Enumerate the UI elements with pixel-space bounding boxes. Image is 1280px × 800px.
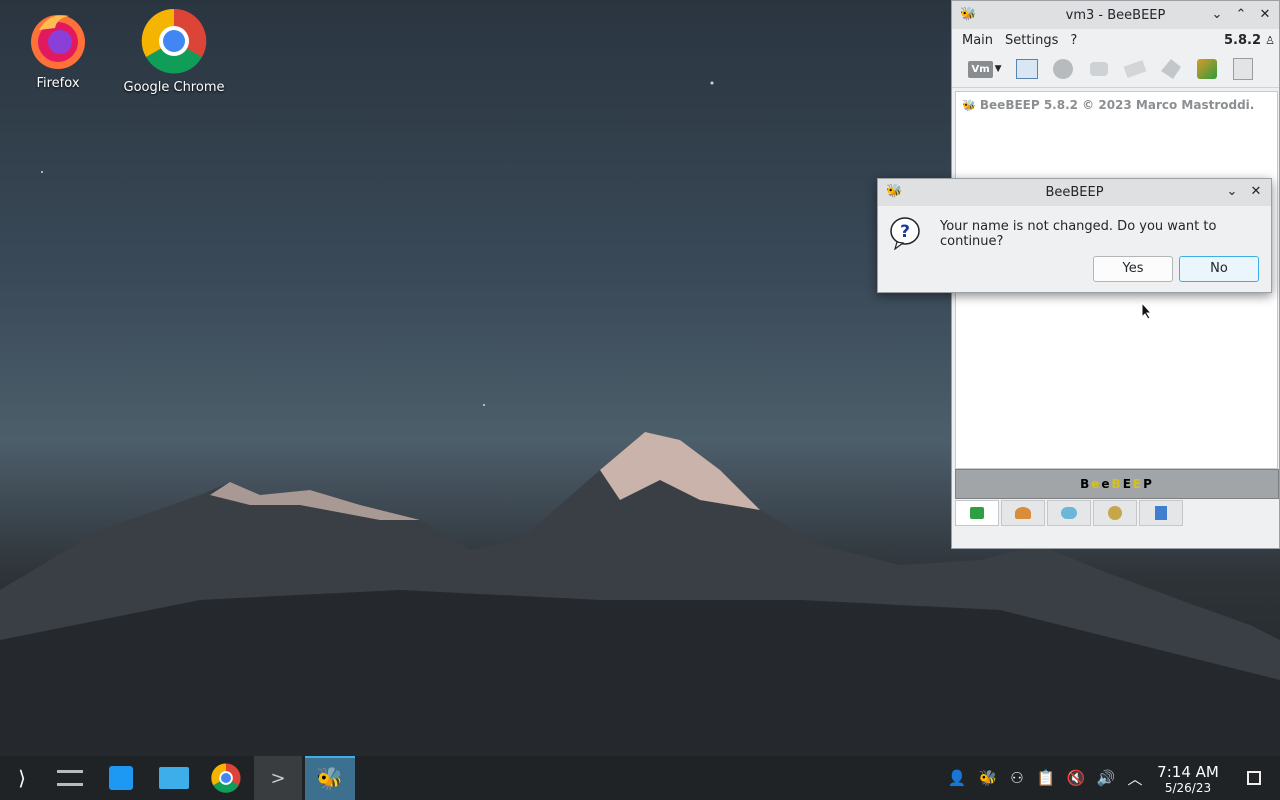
bee-icon: 🐝 bbox=[962, 99, 976, 112]
audio-muted-tray-icon[interactable]: 🔇 bbox=[1065, 767, 1087, 789]
clock-date: 5/26/23 bbox=[1164, 781, 1212, 795]
tools-button[interactable] bbox=[1158, 56, 1184, 82]
chat-welcome-line: 🐝 BeeBEEP 5.8.2 © 2023 Marco Mastroddi. bbox=[962, 98, 1254, 112]
task-files[interactable] bbox=[153, 756, 195, 800]
volume-tray-icon[interactable]: 🔊 bbox=[1095, 767, 1117, 789]
minimize-icon[interactable]: ⌄ bbox=[1208, 6, 1226, 24]
yes-button[interactable]: Yes bbox=[1093, 256, 1173, 282]
files-icon bbox=[1155, 506, 1167, 520]
pencil-icon bbox=[1123, 59, 1147, 79]
update-icon bbox=[1197, 59, 1217, 79]
menu-settings[interactable]: Settings bbox=[999, 33, 1064, 48]
clear-button[interactable] bbox=[1230, 56, 1256, 82]
user-switch-tray-icon[interactable]: ⚇ bbox=[1006, 767, 1028, 789]
close-icon[interactable]: ✕ bbox=[1256, 6, 1274, 24]
folder-icon bbox=[159, 767, 189, 789]
store-bag-icon bbox=[109, 766, 133, 790]
brand-text: BeeBEEP bbox=[1080, 477, 1154, 491]
brand-bar: BeeBEEP bbox=[955, 469, 1279, 499]
brand-letter: e bbox=[1101, 477, 1112, 491]
clipboard-tray-icon[interactable]: 📋 bbox=[1035, 767, 1057, 789]
desktop-icon-chrome[interactable]: Google Chrome bbox=[119, 8, 229, 95]
task-chrome[interactable] bbox=[205, 756, 247, 800]
hand-icon bbox=[1090, 62, 1108, 76]
network-button[interactable] bbox=[1050, 56, 1076, 82]
show-desktop-icon[interactable] bbox=[1243, 767, 1265, 789]
dialog-message: Your name is not changed. Do you want to… bbox=[940, 219, 1217, 249]
chat-welcome-text: BeeBEEP 5.8.2 © 2023 Marco Mastroddi. bbox=[979, 98, 1255, 112]
dialog-title: BeeBEEP bbox=[1045, 185, 1104, 200]
task-settings[interactable] bbox=[50, 756, 90, 800]
clock-time: 7:14 AM bbox=[1157, 763, 1219, 781]
trash-icon bbox=[1233, 58, 1253, 80]
app-launcher-button[interactable]: ⟩ bbox=[4, 756, 40, 800]
chevron-down-icon: ▼ bbox=[994, 64, 1002, 74]
brand-letter: E bbox=[1132, 477, 1144, 491]
update-button[interactable] bbox=[1194, 56, 1220, 82]
chrome-icon bbox=[211, 763, 241, 793]
taskbar: ⟩ > 🐝 👤 🐝 ⚇ 📋 🔇 🔊 ︿ 7:14 AM 5/26/23 bbox=[0, 756, 1280, 800]
window-title: vm3 - BeeBEEP bbox=[1065, 7, 1166, 23]
minimize-icon[interactable]: ⌄ bbox=[1223, 183, 1241, 201]
wireless-icon bbox=[1053, 59, 1073, 79]
chats-icon bbox=[1061, 507, 1077, 519]
menu-main[interactable]: Main bbox=[956, 33, 999, 48]
desktop-icon-firefox[interactable]: Firefox bbox=[3, 10, 113, 91]
menu-help[interactable]: ? bbox=[1064, 33, 1083, 48]
mouse-cursor bbox=[1141, 302, 1153, 320]
vm-status-icon: Vm bbox=[968, 60, 993, 78]
tab-files[interactable] bbox=[1139, 500, 1183, 526]
firefox-icon bbox=[31, 15, 85, 69]
bottom-tabs bbox=[955, 500, 1185, 526]
tab-users[interactable] bbox=[1001, 500, 1045, 526]
task-terminal[interactable]: > bbox=[254, 756, 302, 800]
task-discover[interactable] bbox=[101, 756, 141, 800]
clock[interactable]: 7:14 AM 5/26/23 bbox=[1152, 763, 1224, 796]
send-file-button[interactable] bbox=[1086, 56, 1112, 82]
beebeep-tray-icon[interactable]: 🐝 bbox=[977, 767, 999, 789]
tab-chats[interactable] bbox=[1047, 500, 1091, 526]
bell-icon: ♙ bbox=[1265, 33, 1275, 47]
tools-icon bbox=[1161, 59, 1181, 79]
svg-text:?: ? bbox=[900, 222, 910, 242]
settings-sliders-icon bbox=[57, 770, 83, 786]
dialog-titlebar[interactable]: 🐝 BeeBEEP ⌄ ✕ bbox=[878, 179, 1271, 206]
maximize-icon[interactable]: ⌃ bbox=[1232, 6, 1250, 24]
window-titlebar[interactable]: 🐝 vm3 - BeeBEEP ⌄ ⌃ ✕ bbox=[952, 1, 1279, 29]
brand-letter: e bbox=[1091, 477, 1102, 491]
users-icon bbox=[1015, 507, 1031, 519]
no-button[interactable]: No bbox=[1179, 256, 1259, 282]
user-tray-icon[interactable]: 👤 bbox=[946, 767, 968, 789]
groups-icon bbox=[1108, 506, 1122, 520]
edit-profile-button[interactable] bbox=[1014, 56, 1040, 82]
desktop-icon-label: Firefox bbox=[36, 76, 80, 91]
bee-icon: 🐝 bbox=[316, 766, 344, 792]
task-beebeep[interactable]: 🐝 bbox=[305, 756, 355, 800]
brand-letter: B bbox=[1111, 477, 1123, 491]
tab-groups[interactable] bbox=[1093, 500, 1137, 526]
version-label: 5.8.2 bbox=[1223, 32, 1261, 48]
confirm-dialog: 🐝 BeeBEEP ⌄ ✕ ? Your name is not changed… bbox=[877, 178, 1272, 293]
toolbar: Vm ▼ bbox=[952, 51, 1279, 88]
chat-icon bbox=[970, 507, 984, 519]
launcher-icon: ⟩ bbox=[18, 766, 26, 790]
chrome-icon bbox=[141, 8, 207, 74]
brand-letter: E bbox=[1122, 477, 1133, 491]
status-dropdown-button[interactable]: Vm ▼ bbox=[966, 56, 1004, 82]
brand-letter: B bbox=[1080, 477, 1092, 491]
brand-letter: P bbox=[1143, 477, 1154, 491]
terminal-icon: > bbox=[270, 767, 286, 789]
question-icon: ? bbox=[890, 217, 920, 250]
menu-bar: Main Settings ? 5.8.2 ♙ bbox=[952, 29, 1279, 51]
send-message-button[interactable] bbox=[1122, 56, 1148, 82]
desktop-icon-label: Google Chrome bbox=[123, 80, 225, 95]
profile-edit-icon bbox=[1016, 59, 1038, 79]
close-icon[interactable]: ✕ bbox=[1247, 183, 1265, 201]
tab-chat[interactable] bbox=[955, 500, 999, 526]
chevron-up-icon[interactable]: ︿ bbox=[1124, 767, 1146, 789]
